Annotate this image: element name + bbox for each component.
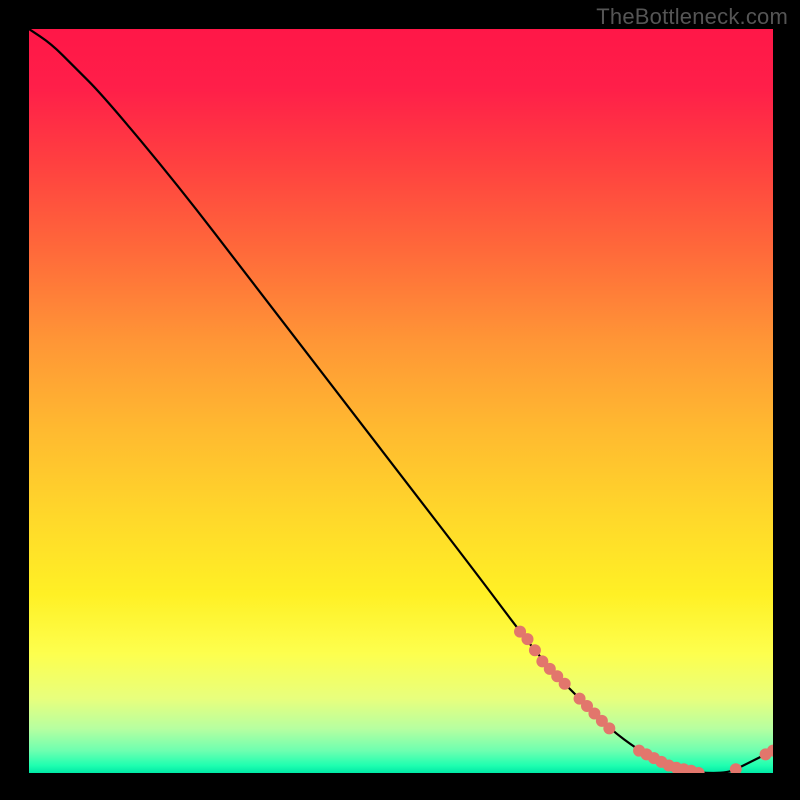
chart-svg: [29, 29, 773, 773]
bottleneck-curve: [29, 29, 773, 773]
data-marker: [603, 722, 615, 734]
chart-frame: TheBottleneck.com: [0, 0, 800, 800]
data-markers: [514, 626, 773, 773]
data-marker: [559, 678, 571, 690]
data-marker: [521, 633, 533, 645]
data-marker: [529, 644, 541, 656]
data-marker: [730, 763, 742, 773]
watermark-text: TheBottleneck.com: [596, 4, 788, 30]
